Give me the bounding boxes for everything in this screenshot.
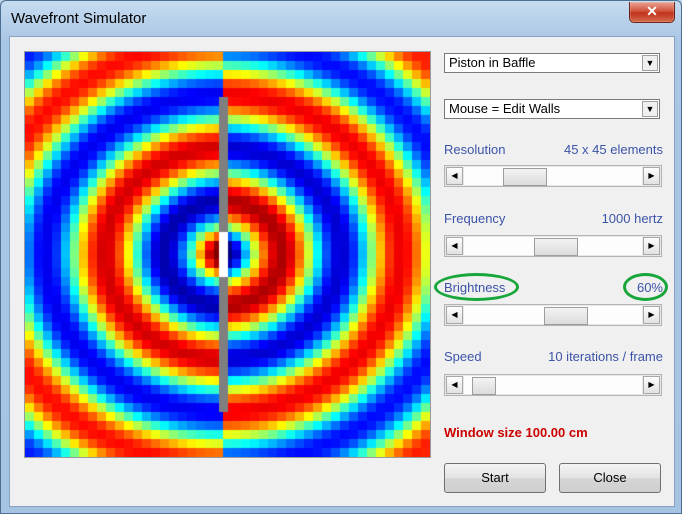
- resolution-label: Resolution: [444, 142, 506, 157]
- speed-value: 10 iterations / frame: [548, 349, 663, 364]
- scroll-left-icon[interactable]: ◀: [446, 306, 463, 324]
- scroll-left-icon[interactable]: ◀: [446, 167, 463, 185]
- scroll-right-icon[interactable]: ▶: [643, 376, 660, 394]
- speed-scrollbar[interactable]: ◀ ▶: [444, 374, 662, 396]
- scroll-track[interactable]: [464, 306, 642, 325]
- frequency-value: 1000 hertz: [601, 211, 663, 226]
- chevron-down-icon[interactable]: ▼: [642, 101, 658, 117]
- scroll-thumb[interactable]: [472, 377, 496, 395]
- brightness-value-highlight: [623, 273, 668, 301]
- mouse-mode-value: Mouse = Edit Walls: [449, 101, 561, 116]
- close-icon: ✕: [646, 3, 658, 19]
- scroll-track[interactable]: [464, 237, 642, 256]
- wavefront-canvas[interactable]: [25, 52, 430, 457]
- window-size-readout: Window size 100.00 cm: [444, 425, 588, 440]
- source-type-select[interactable]: Piston in Baffle ▼: [444, 53, 660, 73]
- window-title: Wavefront Simulator: [11, 10, 147, 27]
- brightness-label-highlight: [434, 273, 519, 301]
- chevron-down-icon[interactable]: ▼: [642, 55, 658, 71]
- scroll-right-icon[interactable]: ▶: [643, 306, 660, 324]
- simulation-view[interactable]: [24, 51, 431, 458]
- title-bar[interactable]: Wavefront Simulator ✕: [1, 1, 681, 35]
- scroll-thumb[interactable]: [503, 168, 547, 186]
- frequency-label: Frequency: [444, 211, 506, 226]
- speed-label: Speed: [444, 349, 482, 364]
- scroll-left-icon[interactable]: ◀: [446, 376, 463, 394]
- scroll-right-icon[interactable]: ▶: [643, 237, 660, 255]
- brightness-scrollbar[interactable]: ◀ ▶: [444, 304, 662, 326]
- app-window: Wavefront Simulator ✕ Piston in Baffle ▼…: [0, 0, 682, 514]
- scroll-right-icon[interactable]: ▶: [643, 167, 660, 185]
- resolution-scrollbar[interactable]: ◀ ▶: [444, 165, 662, 187]
- mouse-mode-select[interactable]: Mouse = Edit Walls ▼: [444, 99, 660, 119]
- scroll-thumb[interactable]: [544, 307, 588, 325]
- close-button[interactable]: Close: [559, 463, 661, 493]
- scroll-track[interactable]: [464, 167, 642, 186]
- resolution-value: 45 x 45 elements: [563, 142, 663, 157]
- source-type-value: Piston in Baffle: [449, 55, 536, 70]
- start-button[interactable]: Start: [444, 463, 546, 493]
- scroll-thumb[interactable]: [534, 238, 578, 256]
- scroll-track[interactable]: [464, 376, 642, 395]
- frequency-scrollbar[interactable]: ◀ ▶: [444, 235, 662, 257]
- window-close-button[interactable]: ✕: [629, 2, 675, 23]
- scroll-left-icon[interactable]: ◀: [446, 237, 463, 255]
- dialog-body: Piston in Baffle ▼ Mouse = Edit Walls ▼ …: [9, 36, 675, 507]
